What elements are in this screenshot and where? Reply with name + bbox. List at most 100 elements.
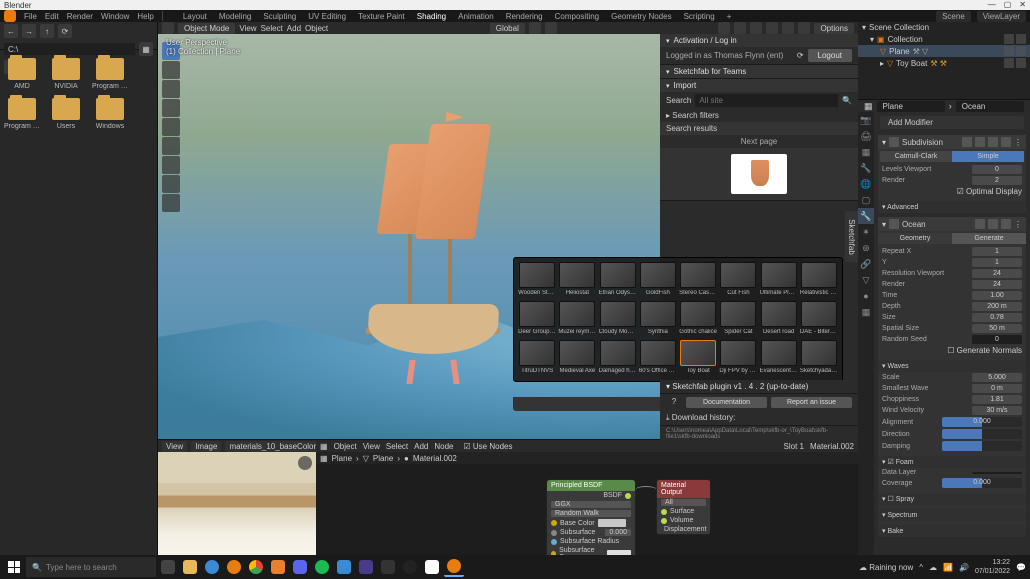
asset-item[interactable]: TitruDTNVS [518,340,556,377]
docs-button[interactable]: Documentation [686,397,767,408]
damping-slider[interactable] [942,441,1022,451]
ws-comp[interactable]: Compositing [555,12,599,21]
props-tab-texture[interactable]: ▦ [858,304,874,320]
time-input[interactable]: 1.00 [972,291,1022,300]
asset-item[interactable]: Medieval Axe [558,340,596,377]
menu-help[interactable]: Help [137,12,153,21]
coverage-slider[interactable]: 0.000 [942,478,1022,488]
folder-item[interactable]: AMD [4,58,40,90]
asset-item[interactable]: Muzei reymski [558,301,596,338]
dl-history-icon[interactable]: ⤓ [666,413,670,422]
fb-display-icon[interactable]: ▦ [139,42,153,56]
vp-menu-view[interactable]: View [239,24,256,33]
fb-refresh-icon[interactable]: ⟳ [58,24,72,38]
app-blender-icon[interactable] [444,557,464,577]
asset-item[interactable]: Gothic chalice [679,301,717,338]
menu-render[interactable]: Render [67,12,93,21]
app-discord-icon[interactable] [290,557,310,577]
mod-cage-icon[interactable] [1001,137,1011,147]
tray-wifi-icon[interactable]: 📶 [943,563,953,572]
mod-display-icon[interactable] [962,137,972,147]
shading-rendered-icon[interactable] [798,22,810,34]
asset-item[interactable]: Cloudy Mountain [599,301,637,338]
tool-scale-icon[interactable] [162,118,180,136]
overlay-icon[interactable] [718,22,730,34]
ws-render[interactable]: Rendering [506,12,543,21]
minimize-button[interactable]: — [988,0,996,9]
subsurf-advanced-toggle[interactable]: Advanced [878,201,1026,213]
app-ae-icon[interactable] [356,557,376,577]
levels-render-input[interactable]: 2 [972,176,1022,185]
outliner-collection[interactable]: ▾▣Collection [858,33,1030,45]
bake-section-toggle[interactable]: Bake [878,525,1026,537]
ws-uv[interactable]: UV Editing [308,12,346,21]
viewlayer-selector[interactable]: ViewLayer [977,11,1026,22]
menu-edit[interactable]: Edit [45,12,59,21]
fb-back-icon[interactable]: ← [4,24,18,38]
asset-item[interactable]: Damaged hands [599,340,637,377]
app-epic-icon[interactable] [378,557,398,577]
weather-widget[interactable]: ☁ Raining now [859,563,913,572]
alg-catmull-button[interactable]: Catmull-Clark [880,151,952,162]
asset-item[interactable]: 60's Office Props [639,340,677,377]
material-output-node[interactable]: Material Output All Surface Volume Displ… [656,479,711,535]
outliner-item-toyboat[interactable]: ▸▽Toy Boat⚒ ⚒ [858,57,1030,69]
node-graph[interactable]: Principled BSDF BSDF GGX Random Walk Bas… [316,464,858,555]
shading-wire-icon[interactable] [750,22,762,34]
asset-item[interactable]: Toy Boat [679,340,717,377]
res-viewport-input[interactable]: 24 [972,269,1022,278]
app-explorer-icon[interactable] [180,557,200,577]
props-tab-object[interactable]: ▢ [858,192,874,208]
spray-section-toggle[interactable]: ☐ Spray [878,493,1026,505]
tray-sound-icon[interactable]: 🔊 [959,563,969,572]
alg-simple-button[interactable]: Simple [952,151,1024,162]
props-tab-data[interactable]: ▽ [858,272,874,288]
outliner-scene[interactable]: ▾Scene Collection [858,22,1030,33]
spectrum-section-toggle[interactable]: Spectrum [878,509,1026,521]
search-filters-toggle[interactable]: ▸ Search filters [666,111,719,120]
menu-window[interactable]: Window [101,12,129,21]
mod-edit-icon[interactable] [988,137,998,147]
ws-texpaint[interactable]: Texture Paint [358,12,405,21]
asset-item[interactable]: Etrian Odyssey … [599,262,637,299]
ws-sculpting[interactable]: Sculpting [263,12,296,21]
props-tab-scene[interactable]: 🔧 [858,160,874,176]
proportional-icon[interactable] [545,22,557,34]
ws-anim[interactable]: Animation [458,12,494,21]
choppiness-input[interactable]: 1.81 [972,395,1022,404]
asset-item[interactable]: Stereo Cassette… [679,262,717,299]
material-dropdown[interactable]: Material.002 [810,442,854,451]
ocean-tab-geometry[interactable]: Geometry [878,233,952,244]
start-button[interactable] [4,557,24,577]
res-render-input[interactable]: 24 [972,280,1022,289]
repeat-x-input[interactable]: 1 [972,247,1022,256]
tool-cursor-icon[interactable] [162,61,180,79]
report-issue-button[interactable]: Report an issue [771,397,852,408]
app-edge-icon[interactable] [202,557,222,577]
app-spotify-icon[interactable] [312,557,332,577]
app-vscode-icon[interactable] [334,557,354,577]
folder-item[interactable]: Program Files… [4,98,40,130]
optimal-display-checkbox[interactable]: ☑ Optimal Display [957,187,1022,196]
asset-item[interactable]: Ultimate Platfor… [760,262,798,299]
close-button[interactable]: ✕ [1019,0,1026,9]
props-tab-render[interactable]: 📷 [858,112,874,128]
logout-button[interactable]: Logout [808,49,852,62]
imged-reset-icon[interactable] [298,456,312,470]
selected-preview[interactable] [660,148,858,200]
shading-solid-icon[interactable] [766,22,778,34]
mod-menu-icon[interactable]: ⋮ [1014,138,1022,147]
mod-edit-icon[interactable] [1001,219,1011,229]
asset-item[interactable]: Cut Fish [719,262,757,299]
xray-icon[interactable] [734,22,746,34]
alignment-slider[interactable]: 0.000 [942,417,1022,427]
orientation-dropdown[interactable]: Global [490,23,525,34]
tool-transform-icon[interactable] [162,137,180,155]
mod-display-icon[interactable] [975,219,985,229]
fb-fwd-icon[interactable]: → [22,24,36,38]
skfab-activation-header[interactable]: Activation / Log in [660,34,858,47]
mod-menu-icon[interactable]: ⋮ [1014,220,1022,229]
asset-item[interactable]: Synthia [639,301,677,338]
foam-section-toggle[interactable]: ☑ Foam [878,456,1026,468]
tray-chevron-icon[interactable]: ^ [919,563,923,572]
